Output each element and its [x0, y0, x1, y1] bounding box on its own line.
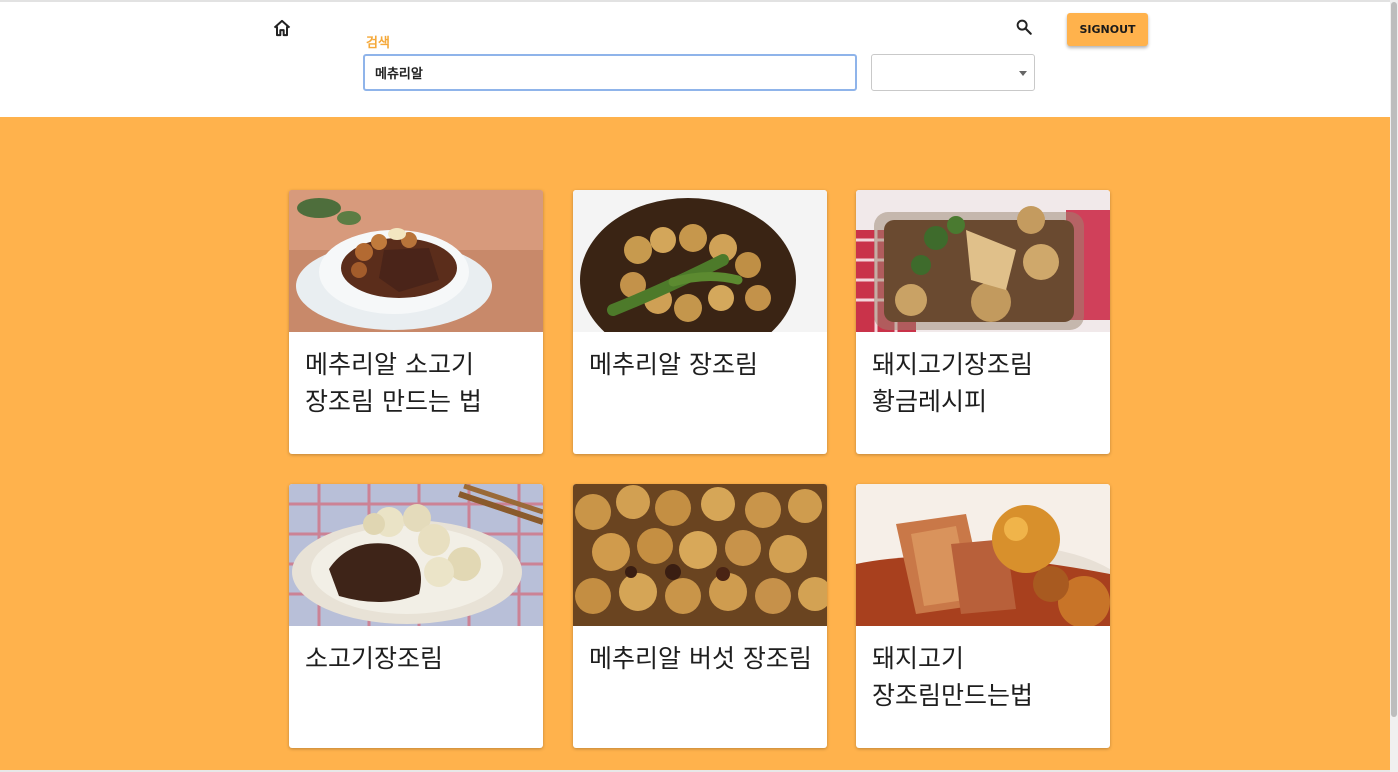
recipe-card[interactable]: 돼지고기장조림 황금레시피 [856, 190, 1110, 454]
top-header: 검색 SIGNOUT [0, 0, 1390, 117]
search-input[interactable] [363, 54, 857, 91]
recipe-title: 메추리알 소고기 장조림 만드는 법 [305, 350, 482, 416]
recipe-title: 돼지고기 장조림만드는법 [872, 644, 1034, 710]
search-button[interactable] [1010, 15, 1038, 43]
recipe-title: 돼지고기장조림 황금레시피 [872, 350, 1034, 416]
recipe-image [573, 190, 827, 332]
search-icon [1015, 18, 1033, 40]
scrollbar[interactable] [1390, 0, 1398, 772]
signout-button[interactable]: SIGNOUT [1067, 13, 1148, 46]
scrollbar-thumb[interactable] [1391, 2, 1397, 717]
recipe-image [289, 484, 543, 626]
recipe-card[interactable]: 메추리알 소고기 장조림 만드는 법 [289, 190, 543, 454]
search-label: 검색 [366, 36, 390, 51]
recipe-title: 메추리알 장조림 [589, 350, 758, 379]
recipe-image [856, 484, 1110, 626]
category-select[interactable] [871, 54, 1035, 91]
recipe-image [856, 190, 1110, 332]
home-button[interactable] [268, 16, 296, 44]
recipe-image [289, 190, 543, 332]
recipe-title: 소고기장조림 [305, 644, 444, 673]
recipe-card[interactable]: 소고기장조림 [289, 484, 543, 748]
chevron-down-icon [1019, 71, 1027, 76]
recipe-card[interactable]: 돼지고기 장조림만드는법 [856, 484, 1110, 748]
recipe-title: 메추리알 버섯 장조림 [589, 644, 812, 673]
recipe-image [573, 484, 827, 626]
home-icon [272, 18, 292, 42]
recipe-card[interactable]: 메추리알 버섯 장조림 [573, 484, 827, 748]
recipe-card[interactable]: 메추리알 장조림 [573, 190, 827, 454]
